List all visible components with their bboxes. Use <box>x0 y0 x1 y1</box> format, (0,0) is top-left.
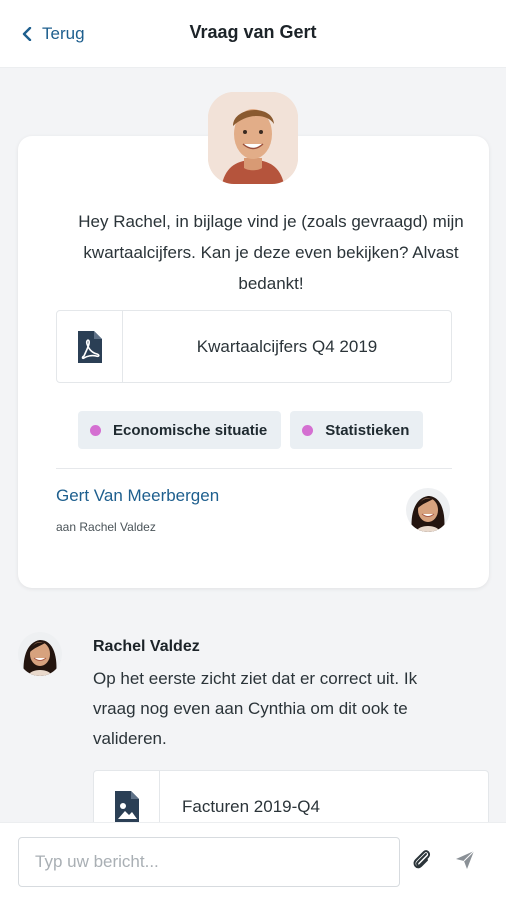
top-bar: Terug Vraag van Gert <box>0 0 506 68</box>
tag-label: Statistieken <box>325 421 410 439</box>
tag-statistieken[interactable]: Statistieken <box>290 411 424 449</box>
tag-dot <box>90 424 101 436</box>
paperclip-icon <box>413 850 431 869</box>
message-input[interactable] <box>18 837 400 887</box>
question-message: Hey Rachel, in bijlage vind je (zoals ge… <box>78 212 464 293</box>
recipient-text: aan Rachel Valdez <box>56 520 156 534</box>
sender-link[interactable]: Gert Van Meerbergen <box>56 486 219 506</box>
send-button[interactable] <box>455 850 475 875</box>
pdf-icon <box>77 330 102 363</box>
reply-author: Rachel Valdez <box>93 638 200 655</box>
question-card: Hey Rachel, in bijlage vind je (zoals ge… <box>18 136 489 588</box>
message-composer <box>0 822 506 900</box>
attachment-name: Facturen 2019-Q4 <box>182 796 320 816</box>
tag-list: Economische situatie Statistieken <box>78 411 424 449</box>
sender-avatar <box>208 92 298 184</box>
attachment-name: Kwartaalcijfers Q4 2019 <box>196 336 378 356</box>
send-icon <box>456 850 475 869</box>
tag-economische-situatie[interactable]: Economische situatie <box>78 411 282 449</box>
recipient-avatar <box>406 488 450 532</box>
image-file-icon <box>114 790 139 823</box>
reply-message: Op het eerste zicht ziet dat er correct … <box>93 669 418 748</box>
tag-dot <box>302 424 314 436</box>
attach-button[interactable] <box>412 847 432 876</box>
page-title: Vraag van Gert <box>189 22 317 42</box>
tag-label: Economische situatie <box>113 421 268 439</box>
reply-avatar <box>18 632 62 676</box>
divider <box>56 468 452 469</box>
attachment-pdf[interactable]: Kwartaalcijfers Q4 2019 <box>56 310 452 383</box>
